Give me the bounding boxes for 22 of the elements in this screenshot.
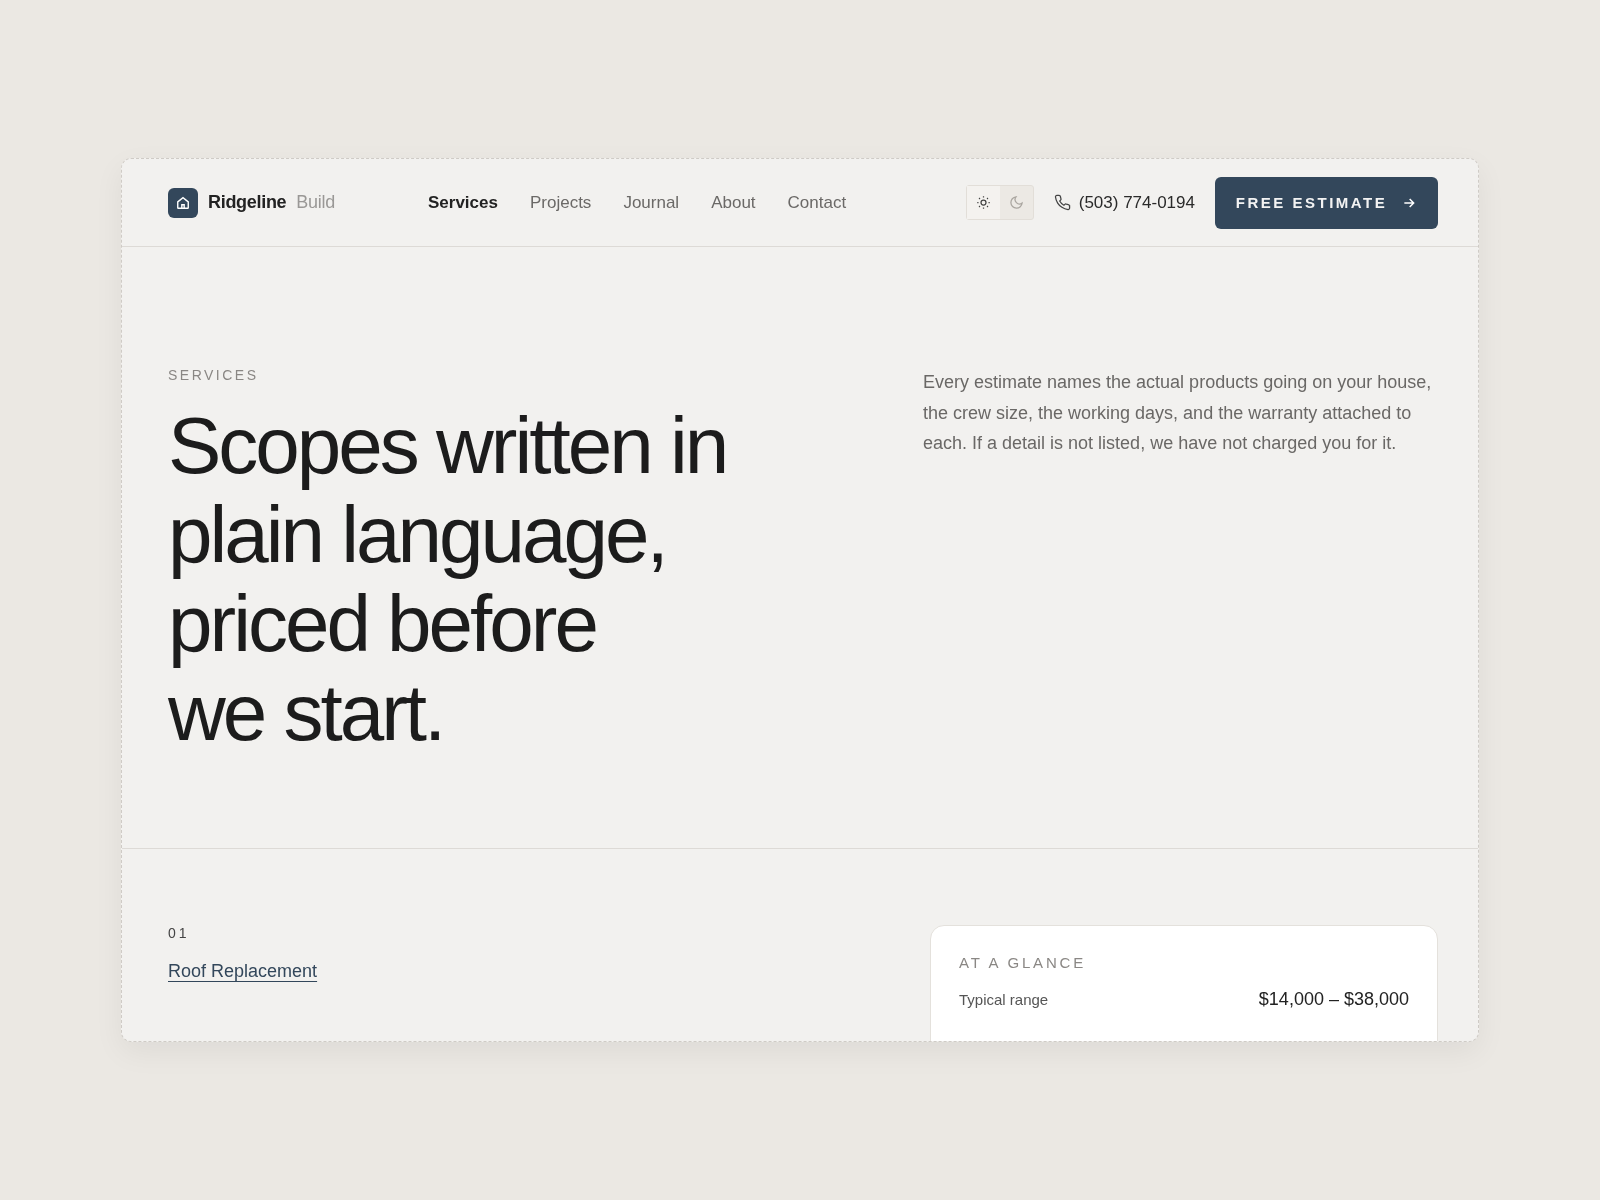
phone-icon <box>1053 194 1071 211</box>
free-estimate-button[interactable]: FREE ESTIMATE <box>1215 176 1438 229</box>
sun-icon <box>975 195 991 210</box>
brand-name: Ridgeline <box>208 192 287 213</box>
hero-headline: Scopes written in plain language, priced before we start. <box>168 401 728 757</box>
range-label: Typical range <box>959 991 1049 1008</box>
service-number: 01 <box>168 925 191 941</box>
service-title-link[interactable]: Roof Replacement <box>168 961 318 981</box>
brand-suffix: Build <box>296 192 335 213</box>
range-value: $14,000 – $38,000 <box>1258 989 1409 1010</box>
nav-link[interactable]: Projects <box>529 192 592 213</box>
nav-link[interactable]: About <box>711 192 756 213</box>
moon-icon <box>1008 195 1024 210</box>
section-eyebrow: SERVICES <box>168 367 260 383</box>
nav-link[interactable]: Journal <box>623 192 680 213</box>
nav-link[interactable]: Contact <box>787 192 847 213</box>
theme-button[interactable] <box>966 186 1000 219</box>
nav-link[interactable]: Services <box>428 192 498 213</box>
card-title: AT A GLANCE <box>959 954 1087 971</box>
house-logo-icon <box>168 187 198 218</box>
phone-link[interactable]: (503) 774-0194 <box>1053 192 1195 213</box>
intro-paragraph: Every estimate names the actual products going on your house, the crew size, the working days, and the warranty attached to each. If a detail is not listed, we have not charged you for it. <box>923 371 1433 455</box>
